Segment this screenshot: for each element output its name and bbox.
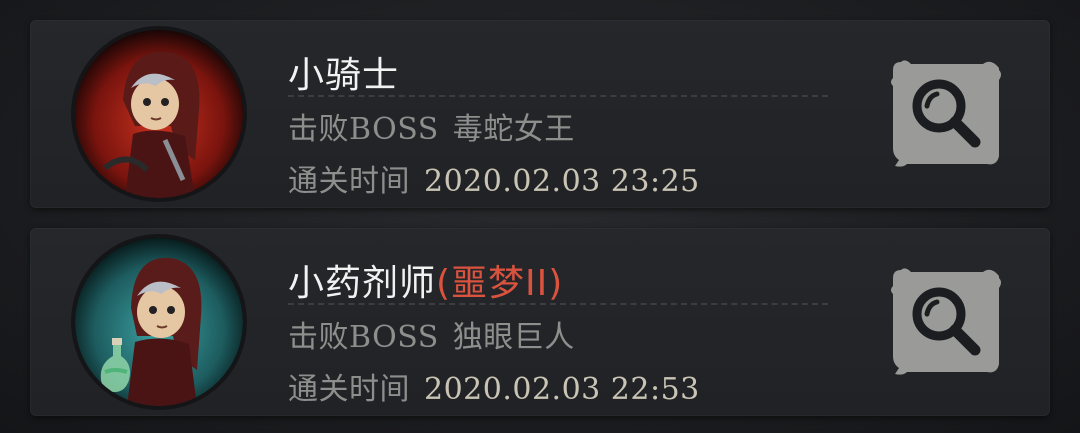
record-card: 小药剂师(噩梦II) 击败BOSS 独眼巨人 通关时间 2020.02.03 22:… <box>30 228 1050 416</box>
record-card: 小骑士 击败BOSS 毒蛇女王 通关时间 2020.02.03 23:25 <box>30 20 1050 208</box>
boss-name: 毒蛇女王 <box>452 112 575 147</box>
time-line: 通关时间 2020.02.03 23:25 <box>288 156 700 200</box>
time-label: 通关时间 <box>288 164 410 199</box>
magnifier-icon <box>891 268 1001 375</box>
time-line: 通关时间 2020.02.03 22:53 <box>288 364 700 408</box>
boss-line: 击败BOSS 独眼巨人 <box>288 312 575 356</box>
character-avatar-alchemist <box>75 238 243 406</box>
character-avatar-knight <box>75 30 243 198</box>
magnifier-icon <box>891 60 1001 167</box>
time-label: 通关时间 <box>288 372 410 407</box>
character-name: 小药剂师(噩梦II) <box>288 254 563 306</box>
character-name-text: 小药剂师 <box>288 263 437 304</box>
boss-label: 击败BOSS <box>288 112 439 147</box>
view-record-button[interactable] <box>887 264 1007 382</box>
battle-record-list: 小骑士 击败BOSS 毒蛇女王 通关时间 2020.02.03 23:25 小药… <box>0 0 1080 433</box>
boss-name: 独眼巨人 <box>452 320 575 355</box>
boss-line: 击败BOSS 毒蛇女王 <box>288 104 575 148</box>
clear-time: 2020.02.03 22:53 <box>424 372 700 407</box>
dashed-divider <box>288 303 828 305</box>
character-name: 小骑士 <box>288 46 399 98</box>
character-name-text: 小骑士 <box>288 55 400 96</box>
difficulty-tag: (噩梦II) <box>436 263 564 304</box>
dashed-divider <box>288 95 828 97</box>
boss-label: 击败BOSS <box>288 320 439 355</box>
clear-time: 2020.02.03 23:25 <box>424 164 700 199</box>
view-record-button[interactable] <box>887 56 1007 174</box>
